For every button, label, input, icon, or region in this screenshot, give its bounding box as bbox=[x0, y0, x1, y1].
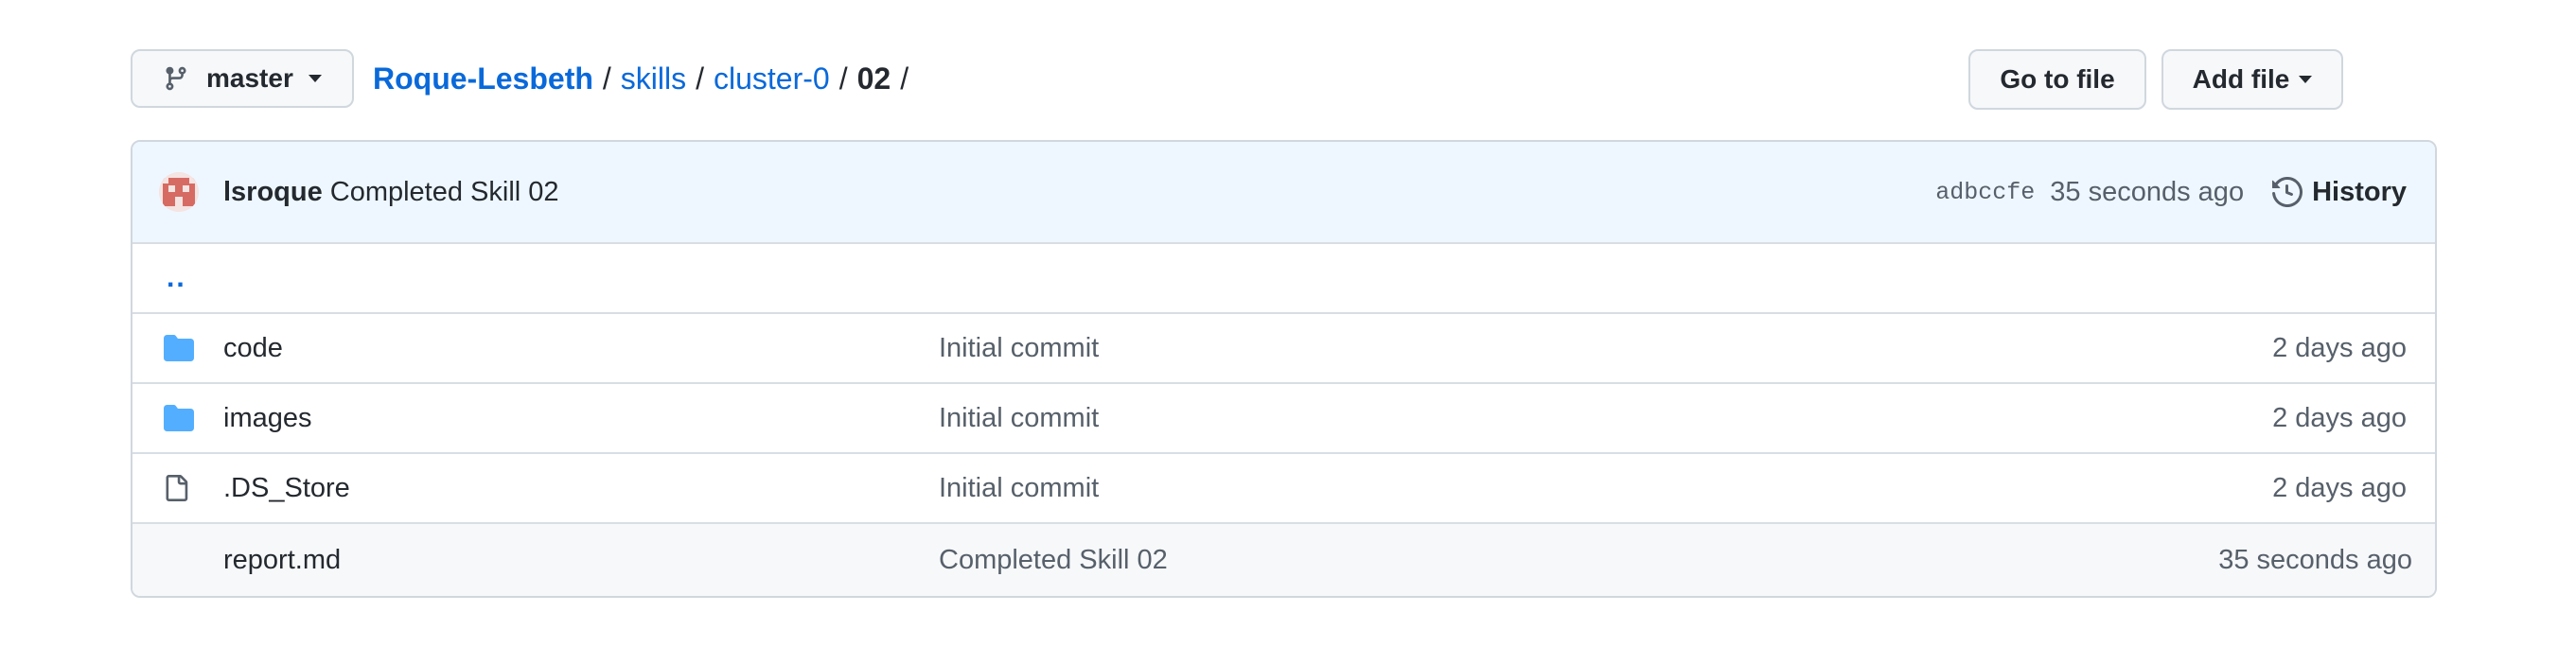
latest-commit-bar: lsroque Completed Skill 02 adbccfe 35 se… bbox=[132, 142, 2435, 244]
file-listing: lsroque Completed Skill 02 adbccfe 35 se… bbox=[131, 140, 2437, 598]
chevron-down-icon bbox=[2299, 76, 2313, 83]
history-label: History bbox=[2312, 176, 2407, 207]
parent-directory-link[interactable]: .. bbox=[167, 262, 186, 294]
parent-directory-row[interactable]: .. bbox=[132, 242, 2435, 312]
chevron-down-icon bbox=[308, 75, 322, 82]
breadcrumb-separator: / bbox=[696, 61, 704, 96]
table-row[interactable]: report.md Completed Skill 02 35 seconds … bbox=[132, 522, 2435, 596]
breadcrumb: Roque-Lesbeth / skills / cluster-0 / 02 … bbox=[373, 49, 918, 108]
table-row[interactable]: images Initial commit 2 days ago bbox=[132, 382, 2435, 452]
add-file-label: Add file bbox=[2192, 64, 2290, 94]
go-to-file-label: Go to file bbox=[2000, 64, 2115, 94]
file-name-link[interactable]: report.md bbox=[223, 545, 341, 576]
file-icon bbox=[163, 474, 195, 502]
latest-commit-summary: lsroque Completed Skill 02 bbox=[223, 142, 559, 242]
folder-icon bbox=[163, 404, 195, 432]
breadcrumb-current: 02 bbox=[856, 61, 891, 96]
file-age: 35 seconds ago bbox=[2218, 544, 2412, 575]
latest-commit-meta: adbccfe 35 seconds ago History bbox=[1935, 142, 2407, 242]
file-commit-message-link[interactable]: Initial commit bbox=[939, 403, 1099, 434]
file-name-link[interactable]: .DS_Store bbox=[223, 473, 350, 504]
commit-time: 35 seconds ago bbox=[2050, 176, 2245, 207]
table-row[interactable]: code Initial commit 2 days ago bbox=[132, 312, 2435, 382]
add-file-button[interactable]: Add file bbox=[2161, 49, 2343, 110]
table-row[interactable]: .DS_Store Initial commit 2 days ago bbox=[132, 452, 2435, 522]
file-commit-message-link[interactable]: Initial commit bbox=[939, 473, 1099, 504]
branch-selector-button[interactable]: master bbox=[131, 49, 354, 108]
file-name-link[interactable]: code bbox=[223, 333, 283, 364]
file-name-link[interactable]: images bbox=[223, 403, 312, 434]
folder-icon bbox=[163, 334, 195, 362]
file-icon bbox=[163, 546, 195, 574]
branch-name: master bbox=[206, 63, 293, 93]
file-age: 2 days ago bbox=[2272, 332, 2407, 363]
breadcrumb-separator: / bbox=[602, 61, 611, 96]
git-branch-icon bbox=[163, 65, 189, 92]
breadcrumb-cluster-link[interactable]: cluster-0 bbox=[714, 61, 830, 96]
history-link[interactable]: History bbox=[2272, 177, 2407, 208]
file-age: 2 days ago bbox=[2272, 472, 2407, 503]
file-commit-message-link[interactable]: Initial commit bbox=[939, 333, 1099, 364]
breadcrumb-skills-link[interactable]: skills bbox=[621, 61, 686, 96]
breadcrumb-separator: / bbox=[838, 61, 848, 96]
breadcrumb-separator: / bbox=[900, 61, 909, 96]
history-icon bbox=[2272, 177, 2303, 207]
breadcrumb-repo-link[interactable]: Roque-Lesbeth bbox=[373, 61, 593, 96]
file-commit-message-link[interactable]: Completed Skill 02 bbox=[939, 545, 1168, 576]
commit-message-link[interactable]: Completed Skill 02 bbox=[330, 177, 559, 208]
commit-sha-link[interactable]: adbccfe bbox=[1935, 179, 2035, 206]
commit-author-link[interactable]: lsroque bbox=[223, 177, 323, 208]
file-age: 2 days ago bbox=[2272, 402, 2407, 433]
path-toolbar: master Roque-Lesbeth / skills / cluster-… bbox=[131, 49, 2437, 112]
go-to-file-button[interactable]: Go to file bbox=[1968, 49, 2146, 110]
avatar[interactable] bbox=[159, 172, 199, 212]
